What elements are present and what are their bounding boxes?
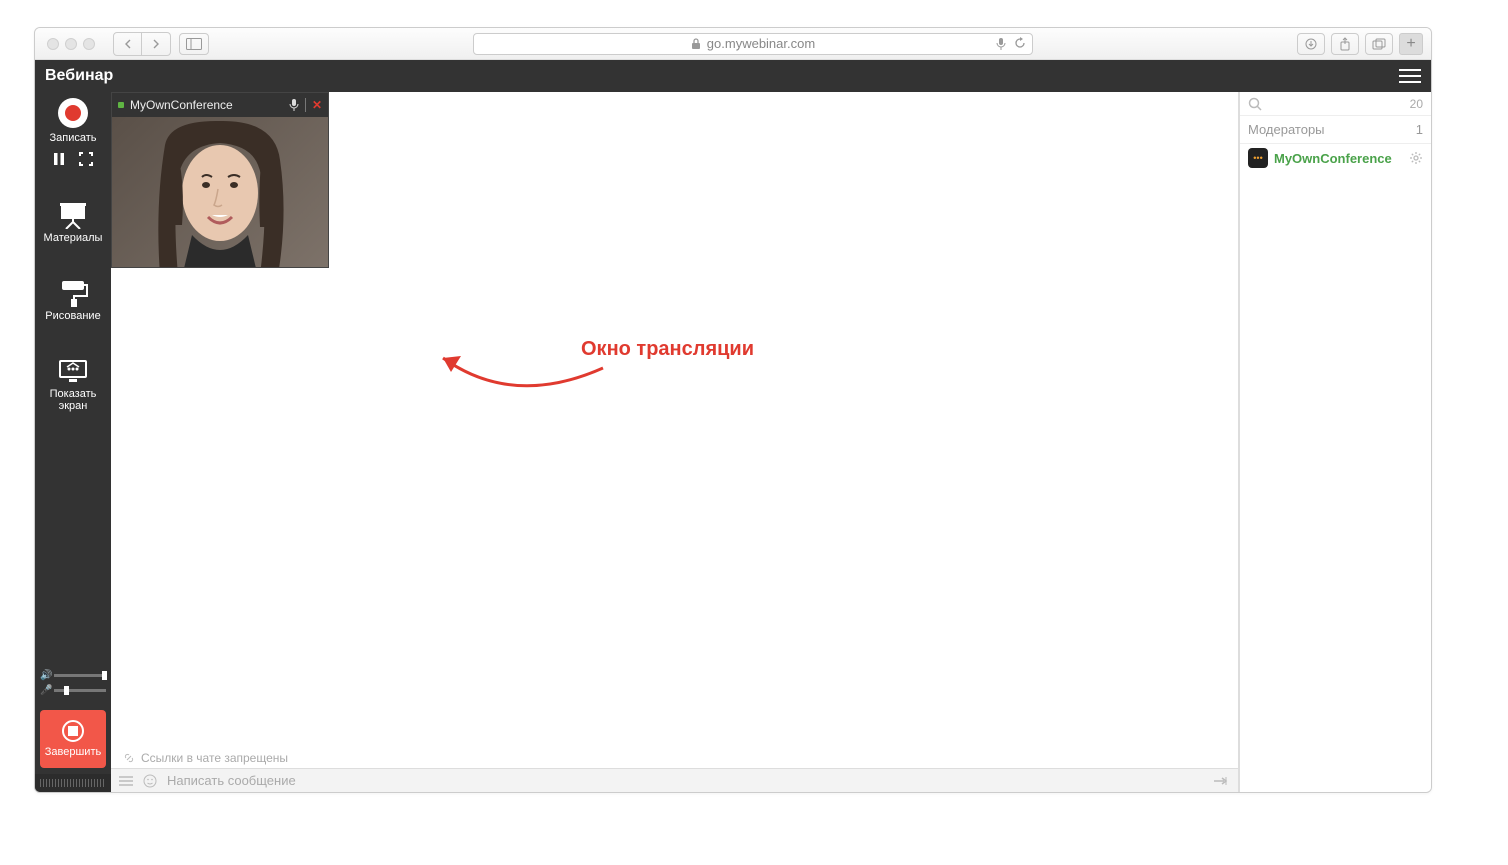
speaker-icon: 🔊 [40,670,50,681]
stream-video [112,117,328,267]
address-bar-wrap: go.mywebinar.com [209,33,1297,55]
drawing-label: Рисование [45,310,100,322]
forward-icon[interactable] [142,33,170,55]
stream-header: MyOwnConference ✕ [112,93,328,117]
record-block[interactable]: Записать [49,98,96,166]
chat-hint-text: Ссылки в чате запрещены [141,751,288,765]
stream-mic-icon[interactable] [289,98,299,112]
annotation-label: Окно трансляции [581,338,754,361]
close-dot[interactable] [47,38,59,50]
url-text: go.mywebinar.com [707,36,815,51]
menu-icon[interactable] [1399,69,1421,83]
drawing-button[interactable]: Рисование [45,280,100,322]
nav-back-forward[interactable] [113,32,171,56]
mic-slider[interactable]: 🎤 [40,685,106,696]
moderators-count: 1 [1416,122,1423,137]
participant-row[interactable]: ••• MyOwnConference [1240,144,1431,172]
participants-panel: 20 Модераторы 1 ••• MyOwnConference [1239,92,1431,792]
link-icon [123,752,135,764]
addr-right [996,37,1026,51]
window-controls[interactable] [47,38,95,50]
easel-icon [57,202,89,228]
address-bar[interactable]: go.mywebinar.com [473,33,1033,55]
fullscreen-icon[interactable] [79,152,93,166]
brand-label: Вебинар [45,67,113,85]
chat-placeholder[interactable]: Написать сообщение [167,773,1202,788]
participants-count: 20 [1410,97,1423,111]
browser-window: go.mywebinar.com + [34,27,1432,793]
send-icon[interactable] [1212,775,1230,787]
status-indicator-icon [118,102,124,108]
new-tab-button[interactable]: + [1399,33,1423,55]
moderators-label: Модераторы [1248,122,1325,137]
paint-roller-icon [57,280,89,306]
emoji-icon[interactable] [143,774,157,788]
materials-label: Материалы [44,232,103,244]
share-screen-label-2: экран [59,400,88,412]
microphone-icon: 🎤 [40,685,50,696]
materials-button[interactable]: Материалы [44,202,103,244]
share-screen-button[interactable]: Показать экран [50,358,97,412]
participant-name: MyOwnConference [1274,151,1403,166]
pause-icon[interactable] [53,152,65,166]
app-header: Вебинар [35,60,1431,92]
left-sidebar: Записать Материалы [35,92,111,792]
search-icon [1248,97,1262,111]
lock-icon [691,38,701,50]
chat-menu-icon[interactable] [119,775,133,787]
timeline [35,774,111,792]
presenter-avatar [130,117,310,267]
reload-icon[interactable] [1014,37,1026,51]
minimize-dot[interactable] [65,38,77,50]
tabs-icon[interactable] [1365,33,1393,55]
mic-icon[interactable] [996,37,1006,51]
record-label: Записать [49,132,96,144]
separator [305,98,306,112]
annotation-arrow-icon [333,308,613,408]
participants-search[interactable]: 20 [1240,92,1431,116]
maximize-dot[interactable] [83,38,95,50]
moderators-header[interactable]: Модераторы 1 [1240,116,1431,144]
chat-input-bar[interactable]: Написать сообщение [111,768,1238,792]
share-screen-label-1: Показать [50,388,97,400]
gear-icon[interactable] [1409,151,1423,165]
record-button[interactable] [58,98,88,128]
finish-label: Завершить [45,746,101,758]
downloads-icon[interactable] [1297,33,1325,55]
close-stream-icon[interactable]: ✕ [312,98,322,112]
finish-button[interactable]: Завершить [40,710,106,768]
browser-titlebar: go.mywebinar.com + [35,28,1431,60]
stream-window[interactable]: MyOwnConference ✕ [111,92,329,268]
main-area: MyOwnConference ✕ [111,92,1239,792]
chat-hint: Ссылки в чате запрещены [111,748,1238,768]
back-icon[interactable] [114,33,142,55]
toolbar-right: + [1297,33,1423,55]
share-screen-icon [57,358,89,384]
audio-sliders: 🔊 🎤 [40,662,106,704]
speaker-slider[interactable]: 🔊 [40,670,106,681]
stop-icon [62,720,84,742]
avatar: ••• [1248,148,1268,168]
stream-title: MyOwnConference [130,98,233,112]
share-icon[interactable] [1331,33,1359,55]
sidebar-toggle-icon[interactable] [179,33,209,55]
